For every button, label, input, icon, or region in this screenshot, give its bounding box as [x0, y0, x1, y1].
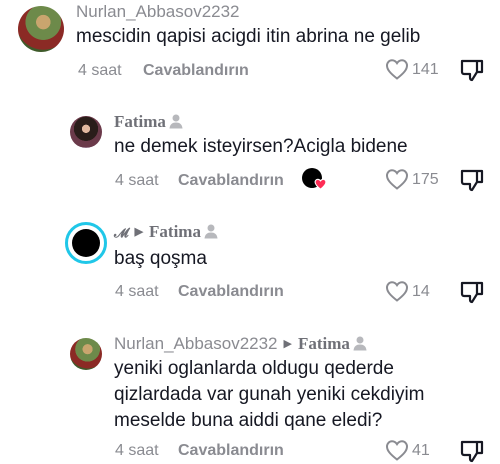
comment-author-name[interactable]: 𝓜 — [114, 225, 129, 240]
like-count: 41 — [412, 442, 430, 459]
comment-text-line: qizlardada var gunah yeniki cekdiyim — [114, 384, 425, 405]
heart-outline-icon[interactable] — [385, 168, 409, 190]
thumbs-down-icon[interactable] — [459, 168, 485, 192]
reply-to-name[interactable]: Fatima — [149, 222, 201, 241]
reply-button[interactable]: Cavablandırın — [178, 283, 284, 301]
comment-author[interactable]: Nurlan_Abbasov2232 — [76, 2, 240, 22]
heart-filled-icon — [314, 178, 327, 190]
thumbs-down-icon[interactable] — [459, 439, 485, 463]
person-icon — [169, 114, 183, 129]
comment-time: 4 saat — [78, 62, 122, 79]
comment-time: 4 saat — [115, 442, 159, 459]
comment-text-line: yeniki oglanlarda oldugu qederde — [114, 358, 394, 379]
like-count: 141 — [412, 61, 439, 78]
comment-text: ne demek isteyirsen?Acigla bidene — [114, 136, 408, 157]
comment-author[interactable]: Fatima — [114, 112, 184, 132]
heart-outline-icon[interactable] — [385, 280, 409, 302]
heart-outline-icon[interactable] — [385, 439, 409, 461]
reply-button[interactable]: Cavablandırın — [178, 442, 284, 460]
comment-text-line: meselde buna aiddi qane eledi? — [114, 410, 383, 431]
reply-button[interactable]: Cavablandırın — [178, 172, 284, 190]
comment-author-name[interactable]: Fatima — [114, 112, 166, 131]
avatar[interactable] — [70, 338, 102, 370]
avatar[interactable] — [65, 222, 107, 264]
person-icon — [204, 224, 218, 239]
like-count: 14 — [412, 283, 430, 300]
comment-time: 4 saat — [115, 172, 159, 189]
comment-text: yeniki oglanlarda oldugu qederde qizlard… — [114, 356, 425, 434]
thumbs-down-icon[interactable] — [459, 280, 485, 304]
thumbs-down-icon[interactable] — [459, 58, 485, 82]
avatar[interactable] — [18, 6, 64, 52]
comment-text: mescidin qapisi acigdi itin abrina ne ge… — [76, 26, 421, 47]
avatar[interactable] — [70, 116, 102, 148]
heart-outline-icon[interactable] — [385, 58, 409, 80]
reply-button[interactable]: Cavablandırın — [143, 62, 249, 80]
comment-author-name[interactable]: Nurlan_Abbasov2232 — [114, 334, 278, 353]
comment-author[interactable]: Nurlan_Abbasov2232 ▶ Fatima — [114, 334, 368, 354]
comment-author[interactable]: 𝓜 ▶ Fatima — [114, 222, 219, 242]
reply-to-name[interactable]: Fatima — [298, 334, 350, 353]
person-icon — [353, 336, 367, 351]
triangle-right-icon: ▶ — [283, 338, 292, 350]
comment-time: 4 saat — [115, 283, 159, 300]
like-count: 175 — [412, 171, 439, 188]
comment-text: baş qoşma — [114, 248, 207, 269]
triangle-right-icon: ▶ — [134, 226, 144, 238]
